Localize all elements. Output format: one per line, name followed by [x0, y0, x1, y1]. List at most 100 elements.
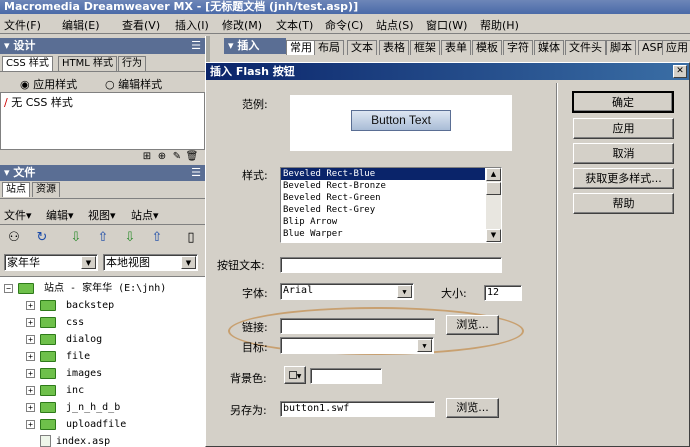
menu-insert[interactable]: 插入(I): [175, 17, 209, 33]
get-more-styles-button[interactable]: 获取更多样式...: [573, 168, 674, 189]
scroll-thumb[interactable]: [486, 182, 501, 195]
menu-modify[interactable]: 修改(M): [222, 17, 262, 33]
apply-button[interactable]: 应用: [573, 118, 674, 139]
tree-folder[interactable]: + inc: [26, 382, 84, 399]
saveas-browse-button[interactable]: 浏览...: [446, 398, 499, 418]
expand-view-icon[interactable]: ▯: [182, 229, 200, 247]
style-option[interactable]: Beveled Rect-Bronze: [281, 180, 501, 192]
font-select[interactable]: Arial ▼: [280, 283, 414, 300]
insert-bar-header[interactable]: ▾ 插入: [224, 38, 286, 54]
scroll-down-icon[interactable]: ▼: [486, 229, 501, 242]
style-listbox[interactable]: Beveled Rect-Blue Beveled Rect-Bronze Be…: [280, 167, 502, 243]
radio-apply-styles[interactable]: ◉ 应用样式: [20, 76, 77, 92]
tab-media[interactable]: 媒体: [534, 40, 564, 55]
link-browse-button[interactable]: 浏览...: [446, 315, 499, 335]
saveas-input[interactable]: button1.swf: [280, 401, 435, 417]
menu-text[interactable]: 文本(T): [276, 17, 313, 33]
tab-layout[interactable]: 布局: [314, 40, 344, 55]
button-text-input[interactable]: [280, 257, 502, 273]
style-option[interactable]: Blue Warper: [281, 228, 501, 240]
files-menu-view[interactable]: 视图▾: [88, 207, 116, 223]
bgcolor-input[interactable]: [310, 368, 382, 384]
menu-window[interactable]: 窗口(W): [426, 17, 467, 33]
tree-folder[interactable]: + dialog: [26, 331, 102, 348]
cancel-button[interactable]: 取消: [573, 143, 674, 164]
tab-behaviors[interactable]: 行为: [118, 56, 146, 71]
expand-icon[interactable]: +: [26, 385, 35, 395]
target-select[interactable]: ▼: [280, 337, 434, 354]
files-menu-edit[interactable]: 编辑▾: [46, 207, 74, 223]
panel-options-icon[interactable]: ☰: [191, 38, 201, 54]
panel-options-icon[interactable]: ☰: [191, 165, 201, 181]
design-panel-header[interactable]: ▾ 设计 ☰: [0, 38, 205, 54]
tab-site[interactable]: 站点: [2, 182, 30, 197]
tree-file[interactable]: index.asp: [40, 433, 110, 447]
tab-assets[interactable]: 资源: [32, 182, 60, 197]
menu-commands[interactable]: 命令(C): [325, 17, 363, 33]
link-input[interactable]: [280, 318, 435, 334]
tree-folder[interactable]: + images: [26, 365, 102, 382]
connect-icon[interactable]: ⚇: [5, 229, 23, 247]
style-option[interactable]: Blip Arrow: [281, 216, 501, 228]
tab-html-styles[interactable]: HTML 样式: [58, 56, 118, 71]
tree-root[interactable]: − 站点 - 家年华 (E:\jnh): [4, 280, 166, 297]
tab-tables[interactable]: 表格: [379, 40, 409, 55]
check-in-icon[interactable]: ⇧: [148, 229, 166, 247]
files-panel-header[interactable]: ▾ 文件 ☰: [0, 165, 205, 181]
tree-folder[interactable]: + file: [26, 348, 90, 365]
expand-icon[interactable]: +: [26, 402, 35, 412]
tree-folder[interactable]: + backstep: [26, 297, 114, 314]
style-list[interactable]: ∕ 无 CSS 样式: [0, 92, 205, 150]
tab-frames[interactable]: 框架: [410, 40, 440, 55]
menu-site[interactable]: 站点(S): [376, 17, 414, 33]
expand-icon[interactable]: +: [26, 334, 35, 344]
tree-folder[interactable]: + uploadfile: [26, 416, 126, 433]
tab-text[interactable]: 文本: [347, 40, 377, 55]
style-list-scrollbar[interactable]: ▲ ▼: [486, 168, 501, 242]
tab-css-styles[interactable]: CSS 样式: [2, 56, 53, 71]
view-select[interactable]: 本地视图 ▼: [103, 254, 198, 271]
tab-application[interactable]: 应用: [662, 40, 690, 55]
files-menu-file[interactable]: 文件▾: [4, 207, 32, 223]
radio-edit-styles[interactable]: ○ 编辑样式: [105, 76, 162, 92]
delete-style-icon[interactable]: 🗑: [183, 148, 201, 166]
style-list-item[interactable]: ∕ 无 CSS 样式: [1, 93, 204, 111]
tab-script[interactable]: 脚本: [606, 40, 636, 55]
ok-button[interactable]: 确定: [572, 91, 674, 113]
check-out-icon[interactable]: ⇩: [121, 229, 139, 247]
expand-icon[interactable]: +: [26, 419, 35, 429]
style-option[interactable]: Beveled Rect-Green: [281, 192, 501, 204]
collapse-icon[interactable]: −: [4, 283, 13, 293]
menu-file[interactable]: 文件(F): [4, 17, 41, 33]
help-button[interactable]: 帮助: [573, 193, 674, 214]
tree-folder[interactable]: + j_n_h_d_b: [26, 399, 120, 416]
files-menu-site[interactable]: 站点▾: [131, 207, 159, 223]
menu-view[interactable]: 查看(V): [122, 17, 160, 33]
dialog-title-bar[interactable]: 插入 Flash 按钮 ✕: [206, 63, 689, 80]
tree-folder[interactable]: + css: [26, 314, 84, 331]
expand-icon[interactable]: +: [26, 300, 35, 310]
style-label: 样式:: [242, 169, 268, 182]
expand-icon[interactable]: +: [26, 351, 35, 361]
get-files-icon[interactable]: ⇩: [67, 229, 85, 247]
tab-head[interactable]: 文件头: [565, 40, 606, 55]
tab-characters[interactable]: 字符: [503, 40, 533, 55]
asp-file-icon: [40, 435, 51, 447]
style-option-selected[interactable]: Beveled Rect-Blue: [281, 168, 485, 180]
tab-templates[interactable]: 模板: [472, 40, 502, 55]
tab-forms[interactable]: 表单: [441, 40, 471, 55]
style-option[interactable]: Beveled Rect-Grey: [281, 204, 501, 216]
menu-help[interactable]: 帮助(H): [480, 17, 519, 33]
bgcolor-picker-button[interactable]: ▼: [284, 366, 306, 384]
menu-edit[interactable]: 编辑(E): [62, 17, 100, 33]
size-input[interactable]: 12: [484, 285, 522, 301]
refresh-icon[interactable]: ↻: [33, 229, 51, 247]
tab-common[interactable]: 常用: [286, 40, 316, 55]
put-files-icon[interactable]: ⇧: [94, 229, 112, 247]
site-tree[interactable]: − 站点 - 家年华 (E:\jnh) + backstep + css + d…: [0, 276, 205, 447]
close-icon[interactable]: ✕: [673, 65, 687, 78]
scroll-up-icon[interactable]: ▲: [486, 168, 501, 181]
expand-icon[interactable]: +: [26, 368, 35, 378]
site-select[interactable]: 家年华 ▼: [4, 254, 98, 271]
expand-icon[interactable]: +: [26, 317, 35, 327]
